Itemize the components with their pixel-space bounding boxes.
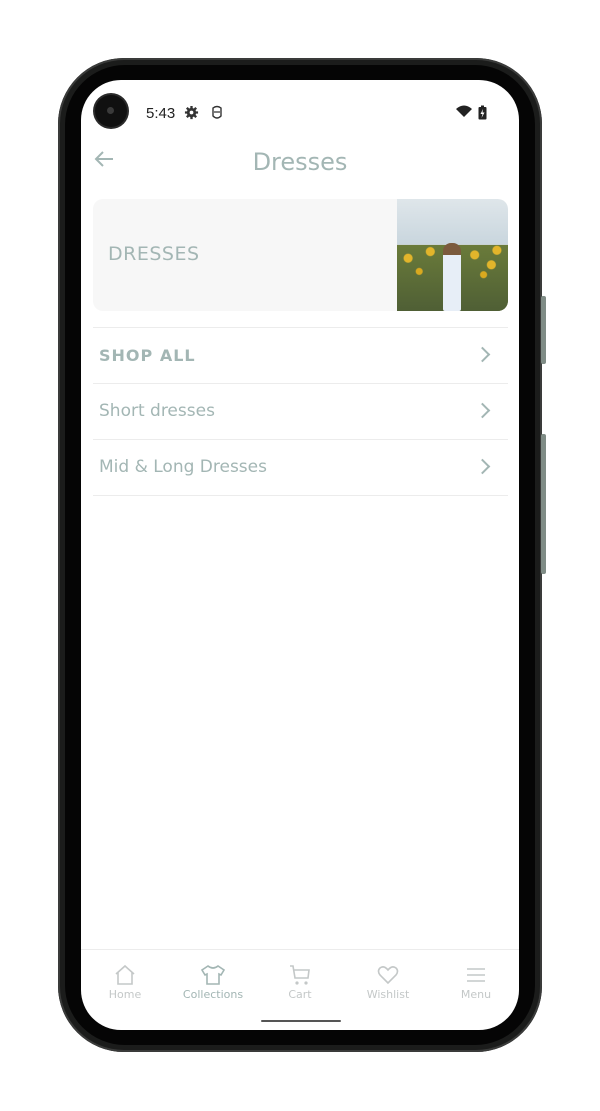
chevron-right-icon bbox=[474, 458, 491, 475]
list-item-short-dresses[interactable]: Short dresses bbox=[93, 384, 508, 439]
chevron-right-icon bbox=[474, 346, 491, 363]
heart-icon bbox=[377, 966, 399, 985]
nav-label: Wishlist bbox=[366, 988, 410, 1001]
nav-menu[interactable]: Menu bbox=[432, 964, 519, 1001]
app-screen: 5:43 Dresses DRESSES SHOP ALL Short dres… bbox=[81, 80, 519, 1030]
nav-label: Cart bbox=[288, 988, 312, 1001]
nav-collections[interactable]: Collections bbox=[169, 964, 257, 1001]
wifi-icon bbox=[456, 105, 472, 121]
list-item-shop-all[interactable]: SHOP ALL bbox=[93, 328, 508, 383]
woman-figure bbox=[443, 243, 461, 311]
bottom-navigation: Home Collections Cart Wishlist Menu bbox=[81, 949, 519, 1010]
menu-icon bbox=[467, 968, 485, 982]
volume-button bbox=[541, 434, 546, 574]
banner-image bbox=[397, 199, 508, 311]
home-icon bbox=[115, 964, 135, 985]
front-camera bbox=[95, 95, 127, 127]
list-item-label: Mid & Long Dresses bbox=[99, 457, 267, 477]
list-item-mid-long-dresses[interactable]: Mid & Long Dresses bbox=[93, 440, 508, 495]
nav-wishlist[interactable]: Wishlist bbox=[344, 964, 432, 1001]
power-button bbox=[541, 296, 546, 364]
tshirt-icon bbox=[200, 965, 226, 985]
collection-banner[interactable]: DRESSES bbox=[93, 199, 508, 311]
page-title: Dresses bbox=[252, 148, 348, 176]
chevron-right-icon bbox=[474, 402, 491, 419]
nav-label: Home bbox=[108, 988, 142, 1001]
nav-home[interactable]: Home bbox=[81, 964, 169, 1001]
shield-icon bbox=[211, 105, 223, 123]
battery-charging-icon bbox=[478, 105, 487, 123]
gear-icon bbox=[184, 105, 199, 123]
nav-label: Collections bbox=[182, 988, 244, 1001]
home-indicator[interactable] bbox=[261, 1020, 341, 1022]
list-item-label: Short dresses bbox=[99, 401, 215, 421]
nav-cart[interactable]: Cart bbox=[256, 964, 344, 1001]
status-time: 5:43 bbox=[146, 105, 176, 122]
top-app-bar: Dresses bbox=[81, 140, 519, 186]
divider bbox=[93, 495, 508, 496]
banner-label: DRESSES bbox=[108, 243, 200, 265]
nav-label: Menu bbox=[460, 988, 492, 1001]
cart-icon bbox=[290, 965, 310, 985]
list-item-label: SHOP ALL bbox=[99, 346, 196, 365]
